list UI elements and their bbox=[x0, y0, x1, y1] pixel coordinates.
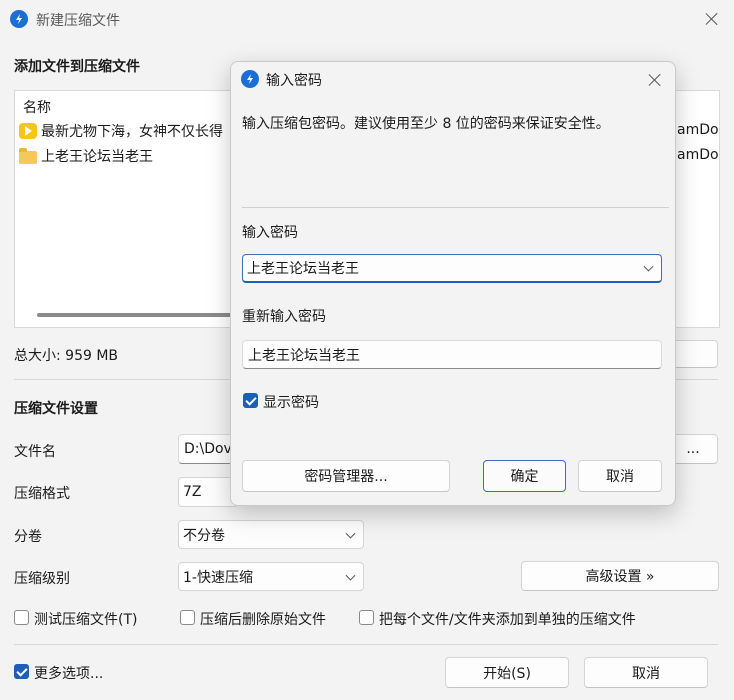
chevron-down-icon bbox=[345, 570, 356, 581]
delete-after-checkbox[interactable] bbox=[180, 610, 195, 625]
settings-heading: 压缩文件设置 bbox=[14, 401, 98, 417]
start-button[interactable]: 开始(S) bbox=[445, 657, 569, 688]
close-icon[interactable] bbox=[702, 9, 722, 29]
split-select[interactable]: 不分卷 bbox=[178, 520, 364, 549]
separate-archives-checkbox[interactable] bbox=[359, 610, 374, 625]
test-archive-label[interactable]: 测试压缩文件(T) bbox=[34, 609, 137, 629]
dialog-cancel-button[interactable]: 取消 bbox=[578, 460, 662, 492]
separate-archives-label[interactable]: 把每个文件/文件夹添加到单独的压缩文件 bbox=[379, 609, 636, 629]
password-label: 输入密码 bbox=[242, 225, 298, 241]
app-logo-icon bbox=[10, 10, 28, 28]
format-label: 压缩格式 bbox=[14, 486, 70, 502]
more-options-checkbox[interactable] bbox=[14, 664, 29, 679]
dialog-description: 输入压缩包密码。建议使用至少 8 位的密码来保证安全性。 bbox=[242, 116, 610, 132]
format-select[interactable]: 7Z bbox=[178, 477, 238, 507]
list-item-path: amDov bbox=[677, 122, 719, 138]
show-password-checkbox[interactable] bbox=[243, 393, 258, 408]
list-item[interactable]: 最新尤物下海，女神不仅长得 bbox=[19, 120, 223, 142]
filename-label: 文件名 bbox=[14, 444, 56, 460]
reenter-password-label: 重新输入密码 bbox=[242, 309, 326, 325]
show-password-label[interactable]: 显示密码 bbox=[263, 392, 319, 412]
password-dialog: 输入密码 输入压缩包密码。建议使用至少 8 位的密码来保证安全性。 输入密码 上… bbox=[230, 61, 676, 506]
close-icon[interactable] bbox=[645, 70, 665, 90]
split-label: 分卷 bbox=[14, 529, 42, 545]
password-input[interactable]: 上老王论坛当老王 bbox=[242, 254, 662, 283]
divider bbox=[14, 644, 718, 645]
level-select[interactable]: 1-快速压缩 bbox=[178, 562, 364, 591]
split-value: 不分卷 bbox=[183, 527, 225, 544]
list-item-name: 最新尤物下海，女神不仅长得 bbox=[41, 124, 223, 140]
window-title: 新建压缩文件 bbox=[36, 13, 120, 29]
password-manager-button[interactable]: 密码管理器... bbox=[242, 460, 450, 492]
horizontal-scrollbar[interactable] bbox=[37, 313, 237, 317]
total-size: 总大小: 959 MB bbox=[14, 348, 119, 364]
video-file-icon bbox=[19, 123, 37, 139]
level-value: 1-快速压缩 bbox=[183, 569, 253, 586]
test-archive-checkbox[interactable] bbox=[14, 610, 29, 625]
chevron-down-icon bbox=[345, 528, 356, 539]
more-options-label[interactable]: 更多选项... bbox=[34, 663, 103, 683]
password-value: 上老王论坛当老王 bbox=[247, 261, 359, 277]
dialog-title: 输入密码 bbox=[266, 73, 322, 89]
chevron-down-icon[interactable] bbox=[643, 261, 654, 272]
filename-input[interactable]: D:\Dov bbox=[178, 434, 238, 464]
list-item-path: amDov bbox=[677, 147, 719, 163]
level-label: 压缩级别 bbox=[14, 571, 70, 587]
add-files-heading: 添加文件到压缩文件 bbox=[14, 59, 140, 75]
delete-after-label[interactable]: 压缩后删除原始文件 bbox=[200, 609, 326, 629]
folder-icon bbox=[19, 147, 37, 164]
divider bbox=[242, 207, 669, 208]
reenter-password-input[interactable]: 上老王论坛当老王 bbox=[242, 340, 662, 369]
ok-button[interactable]: 确定 bbox=[483, 460, 566, 492]
cancel-button[interactable]: 取消 bbox=[584, 657, 708, 688]
list-item[interactable]: 上老王论坛当老王 bbox=[19, 145, 153, 167]
app-logo-icon bbox=[241, 70, 259, 88]
title-bar: 新建压缩文件 bbox=[0, 0, 734, 38]
format-value: 7Z bbox=[183, 484, 202, 500]
advanced-settings-button[interactable]: 高级设置 » bbox=[521, 561, 719, 591]
list-item-name: 上老王论坛当老王 bbox=[41, 149, 153, 165]
column-header-name[interactable]: 名称 bbox=[23, 97, 51, 117]
